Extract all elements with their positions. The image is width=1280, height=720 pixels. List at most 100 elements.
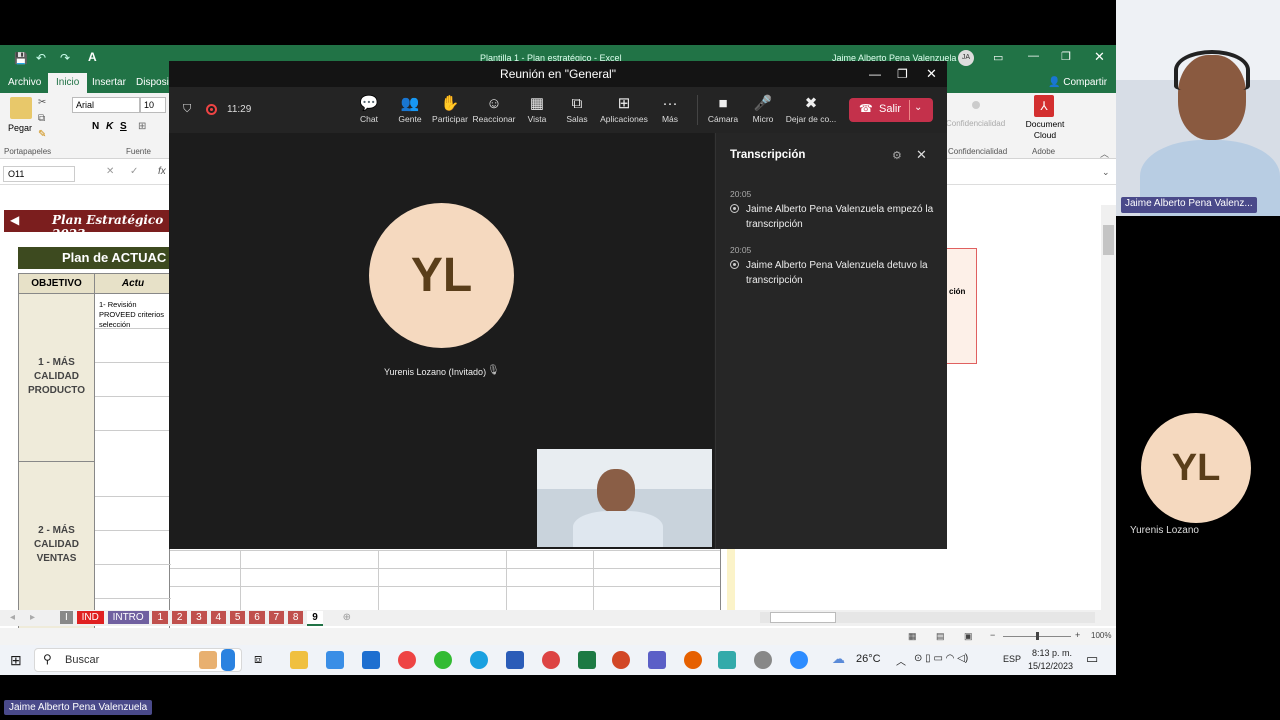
- share-button[interactable]: 👤 Compartir: [1048, 77, 1107, 88]
- tab-inicio[interactable]: Inicio: [48, 73, 88, 93]
- sheet-tab[interactable]: 5: [229, 611, 246, 624]
- font-size-select[interactable]: 10: [140, 97, 166, 113]
- rooms-button[interactable]: ⧉ Salas: [553, 95, 601, 124]
- firefox-icon[interactable]: [684, 651, 702, 669]
- mic-button[interactable]: 🎤 Micro: [739, 95, 787, 124]
- side-participant-avatar[interactable]: YL: [1141, 413, 1251, 523]
- close-icon[interactable]: ✕: [1094, 49, 1105, 65]
- settings-icon[interactable]: ⚙: [892, 149, 902, 162]
- fx-icon[interactable]: fx: [158, 166, 166, 177]
- weather-temp[interactable]: 26°C: [856, 653, 881, 665]
- zoom-in-icon[interactable]: +: [1075, 630, 1080, 640]
- minimize-icon[interactable]: —: [869, 61, 881, 87]
- redo-icon[interactable]: ↷: [60, 51, 70, 65]
- leave-button[interactable]: ☎ Salir ⌄: [849, 98, 933, 122]
- more-button[interactable]: ··· Más: [646, 95, 694, 124]
- clock-date[interactable]: 15/12/2023: [1028, 661, 1073, 671]
- adobe-pdf-icon[interactable]: ⅄: [1034, 95, 1054, 117]
- start-icon[interactable]: ⊞: [10, 652, 22, 669]
- borders-icon[interactable]: ⊞: [138, 121, 146, 132]
- self-video-tile[interactable]: [537, 449, 712, 547]
- tray-chevron-icon[interactable]: ︿: [896, 653, 906, 668]
- add-sheet-icon[interactable]: ⊕: [343, 612, 351, 623]
- language-indicator[interactable]: ESP: [1003, 654, 1021, 664]
- sheet-tab[interactable]: 2: [171, 611, 188, 624]
- sensitivity-icon[interactable]: [972, 101, 980, 109]
- excel-icon[interactable]: [578, 651, 596, 669]
- expand-formula-icon[interactable]: ⌄: [1102, 167, 1110, 178]
- apps-button[interactable]: ⊞ Aplicaciones: [597, 95, 651, 124]
- page-break-icon[interactable]: ▣: [964, 631, 973, 642]
- sheet-tab[interactable]: 3: [191, 611, 207, 624]
- chrome-icon[interactable]: [398, 651, 416, 669]
- confirm-formula-icon[interactable]: ✓: [130, 166, 138, 177]
- presenter-video[interactable]: Jaime Alberto Pena Valenz...: [1116, 0, 1280, 216]
- task-view-icon[interactable]: ⧈: [254, 651, 262, 667]
- bold-button[interactable]: N: [92, 121, 99, 132]
- zoom-out-icon[interactable]: −: [990, 630, 995, 640]
- format-painter-icon[interactable]: ✎: [38, 129, 46, 140]
- tray-icons[interactable]: ⊙ ▯ ▭ ◠ ◁): [914, 653, 968, 664]
- participant-avatar[interactable]: YL: [369, 203, 514, 348]
- app-icon[interactable]: [718, 651, 736, 669]
- user-avatar[interactable]: JA: [958, 50, 974, 66]
- cut-icon[interactable]: ✂: [38, 97, 46, 108]
- zoom-level[interactable]: 100%: [1091, 631, 1111, 640]
- weather-icon[interactable]: ☁: [832, 651, 845, 667]
- tab-insertar[interactable]: Insertar: [92, 77, 126, 88]
- cancel-formula-icon[interactable]: ✕: [106, 166, 114, 177]
- underline-button[interactable]: S: [120, 121, 127, 132]
- search-box[interactable]: ⚲ Buscar: [34, 648, 242, 672]
- restore-icon[interactable]: ❐: [897, 61, 908, 87]
- vertical-scrollbar[interactable]: [1101, 205, 1116, 615]
- chrome-alt-icon[interactable]: [542, 651, 560, 669]
- sheet-tab[interactable]: IND: [76, 611, 104, 624]
- scroll-thumb[interactable]: [1103, 225, 1114, 255]
- hscroll-thumb[interactable]: [770, 612, 836, 623]
- word-icon[interactable]: [506, 651, 524, 669]
- horizontal-scrollbar[interactable]: [760, 612, 1095, 623]
- zoom-slider-handle[interactable]: [1036, 632, 1039, 640]
- powerpoint-icon[interactable]: [612, 651, 630, 669]
- save-icon[interactable]: 💾: [14, 52, 28, 65]
- react-button[interactable]: ☺ Reaccionar: [470, 95, 518, 124]
- shield-icon[interactable]: ⛉: [183, 103, 191, 116]
- confidencialidad-button[interactable]: Confidencialidad: [946, 119, 1005, 128]
- undo-icon[interactable]: ↶: [36, 51, 46, 65]
- notifications-icon[interactable]: ▭: [1086, 651, 1098, 667]
- sheet-tab[interactable]: I: [60, 611, 73, 624]
- sheet-nav-prev-icon[interactable]: ◂: [10, 612, 15, 623]
- sheet-tab[interactable]: INTRO: [107, 611, 149, 624]
- edge-icon[interactable]: [470, 651, 488, 669]
- stop-sharing-button[interactable]: ✖ Dejar de co...: [785, 95, 837, 124]
- name-box[interactable]: O11: [3, 166, 75, 182]
- app2-icon[interactable]: [754, 651, 772, 669]
- font-color-icon[interactable]: A: [88, 50, 97, 64]
- tab-archivo[interactable]: Archivo: [8, 77, 41, 88]
- sheet-tab[interactable]: 1: [152, 611, 169, 624]
- clock-time[interactable]: 8:13 p. m.: [1032, 648, 1072, 658]
- minimize-icon[interactable]: —: [1028, 50, 1039, 62]
- sheet-tab-active[interactable]: 9: [307, 611, 323, 626]
- document-cloud-button[interactable]: Document Cloud: [1022, 119, 1068, 141]
- sheet-nav-next-icon[interactable]: ▸: [30, 612, 35, 623]
- close-panel-icon[interactable]: ✕: [916, 147, 927, 163]
- zoom-app-icon[interactable]: [790, 651, 808, 669]
- ribbon-display-icon[interactable]: ▭: [993, 51, 1003, 64]
- normal-view-icon[interactable]: ▦: [908, 631, 917, 642]
- italic-button[interactable]: K: [106, 121, 113, 132]
- file-explorer-icon[interactable]: [290, 651, 308, 669]
- sheet-tab[interactable]: 7: [268, 611, 285, 624]
- chrome-profile-icon[interactable]: [434, 651, 452, 669]
- leave-chevron-icon[interactable]: ⌄: [914, 102, 922, 113]
- store-icon[interactable]: [326, 651, 344, 669]
- paste-label[interactable]: Pegar: [8, 123, 32, 133]
- font-name-select[interactable]: Arial: [72, 97, 140, 113]
- raise-hand-button[interactable]: ✋ Participar: [426, 95, 474, 124]
- sheet-tab[interactable]: 8: [287, 611, 304, 624]
- sheet-tab[interactable]: 4: [210, 611, 227, 624]
- page-layout-icon[interactable]: ▤: [936, 631, 945, 642]
- teams-icon[interactable]: [648, 651, 666, 669]
- collapse-ribbon-icon[interactable]: ︿: [1100, 147, 1109, 160]
- restore-icon[interactable]: ❐: [1061, 50, 1071, 63]
